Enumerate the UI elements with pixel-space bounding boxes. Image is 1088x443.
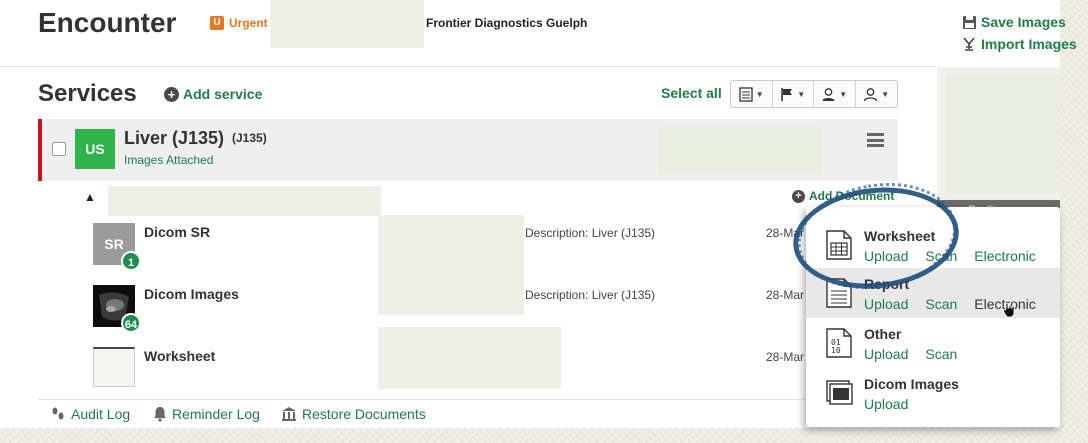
- dicom-images-stack-icon: [826, 380, 853, 405]
- physician-icon: [822, 87, 835, 101]
- other-upload-option[interactable]: Upload: [864, 346, 908, 362]
- save-images-label: Save Images: [981, 14, 1066, 30]
- flag-icon: [781, 87, 793, 101]
- document-redacted-info: [378, 215, 524, 315]
- audit-log-label: Audit Log: [71, 406, 131, 422]
- user-filter-button[interactable]: ▼: [856, 81, 897, 107]
- services-title: Services: [38, 80, 137, 107]
- hand-cursor-icon: [1003, 303, 1015, 318]
- plus-circle-icon: +: [792, 189, 805, 203]
- audit-log-link[interactable]: Audit Log: [50, 406, 130, 422]
- service-redacted-info: [658, 127, 822, 173]
- document-date: 28-Mar: [766, 350, 805, 364]
- document-icon: [739, 86, 753, 102]
- service-toolbar: ▼ ▼ ▼ ▼: [730, 80, 898, 108]
- report-scan-option[interactable]: Scan: [925, 296, 957, 312]
- add-service-button[interactable]: + Add service: [164, 86, 262, 102]
- document-date: 28-Mar: [766, 288, 805, 302]
- chevron-down-icon: ▼: [797, 89, 806, 99]
- report-upload-option[interactable]: Upload: [864, 296, 908, 312]
- header-divider: [0, 66, 937, 67]
- dropdown-item-title: Other: [864, 326, 902, 342]
- document-description: Description: Liver (J135): [525, 226, 656, 240]
- select-all-link[interactable]: Select all: [661, 85, 722, 101]
- user-icon: [864, 87, 878, 101]
- chevron-down-icon: ▼: [839, 89, 848, 99]
- documents-redacted-header: [108, 186, 381, 216]
- page-title: Encounter: [38, 7, 177, 38]
- flag-filter-button[interactable]: ▼: [773, 81, 814, 107]
- document-filter-button[interactable]: ▼: [731, 81, 773, 107]
- other-scan-option[interactable]: Scan: [925, 346, 957, 362]
- chevron-down-icon: ▼: [755, 89, 764, 99]
- worksheet-electronic-option[interactable]: Electronic: [974, 248, 1035, 264]
- floppy-disk-icon: [963, 15, 976, 29]
- reminder-log-link[interactable]: Reminder Log: [153, 406, 260, 422]
- document-redacted-info: [378, 327, 561, 389]
- physician-filter-button[interactable]: ▼: [814, 81, 856, 107]
- save-images-button[interactable]: Save Images: [962, 14, 1066, 30]
- restore-building-icon: [282, 407, 296, 421]
- modality-badge: US: [75, 129, 115, 169]
- restore-documents-label: Restore Documents: [302, 406, 426, 422]
- svg-text:10: 10: [831, 346, 841, 355]
- urgent-icon: U: [210, 16, 224, 30]
- footer-divider: [38, 399, 898, 400]
- document-title[interactable]: Dicom SR: [144, 224, 210, 240]
- dropdown-item-dicom-images: Dicom Images Upload: [806, 368, 1060, 418]
- restore-documents-link[interactable]: Restore Documents: [281, 406, 426, 422]
- dicom-images-upload-option[interactable]: Upload: [864, 396, 908, 412]
- side-panel-redacted: [946, 75, 1060, 193]
- plus-circle-icon: +: [164, 86, 179, 102]
- organization-name: Frontier Diagnostics Guelph: [426, 16, 588, 30]
- urgent-label: Urgent: [229, 16, 268, 30]
- document-title[interactable]: Worksheet: [144, 348, 215, 364]
- document-title[interactable]: Dicom Images: [144, 286, 239, 302]
- reminder-log-label: Reminder Log: [172, 406, 260, 422]
- collapse-triangle-icon[interactable]: ▲: [84, 190, 96, 204]
- import-images-button[interactable]: Import Images: [962, 36, 1077, 52]
- service-checkbox[interactable]: [52, 142, 66, 156]
- service-name[interactable]: Liver (J135): [124, 128, 224, 149]
- chevron-down-icon: ▼: [881, 89, 890, 99]
- document-description: Description: Liver (J135): [525, 288, 656, 302]
- hamburger-menu-icon[interactable]: [867, 133, 884, 147]
- add-service-label: Add service: [183, 86, 263, 102]
- service-status: Images Attached: [124, 153, 214, 167]
- service-code: (J135): [232, 131, 267, 145]
- footsteps-icon: [52, 407, 64, 420]
- worksheet-thumbnail[interactable]: [93, 347, 135, 387]
- dropdown-item-other: 01 10 Other Upload Scan: [806, 318, 1060, 368]
- dropdown-item-title: Dicom Images: [864, 376, 959, 392]
- image-count-badge: 1: [121, 251, 141, 271]
- binary-document-icon: 01 10: [826, 328, 852, 358]
- import-images-label: Import Images: [981, 36, 1077, 52]
- image-count-badge: 64: [121, 313, 141, 333]
- import-icon: [963, 36, 975, 51]
- bell-icon: [154, 407, 166, 422]
- redacted-patient-info: [270, 0, 424, 48]
